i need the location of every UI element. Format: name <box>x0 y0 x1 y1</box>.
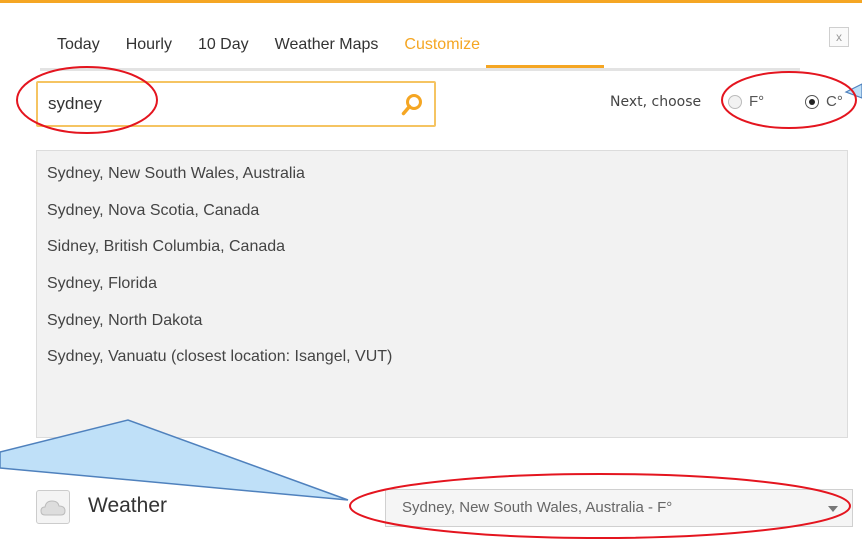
search-icon[interactable] <box>400 93 424 117</box>
fahrenheit-label[interactable]: F° <box>749 93 764 110</box>
fahrenheit-radio[interactable] <box>728 95 742 109</box>
result-item[interactable]: Sydney, Florida <box>47 275 157 293</box>
selected-location-value: Sydney, New South Wales, Australia - F° <box>402 499 673 516</box>
unit-selector: Next, choose F° C° <box>610 91 862 117</box>
widget-title: Weather <box>88 494 167 517</box>
result-item[interactable]: Sydney, New South Wales, Australia <box>47 165 305 183</box>
location-search-box <box>36 81 436 127</box>
tab-customize[interactable]: Customize <box>391 34 493 65</box>
active-tab-indicator <box>486 65 604 68</box>
tab-bar: Today Hourly 10 Day Weather Maps Customi… <box>40 34 800 71</box>
celsius-radio[interactable] <box>805 95 819 109</box>
result-item[interactable]: Sydney, Vanuatu (closest location: Isang… <box>47 348 392 366</box>
weather-widget-icon <box>36 490 70 524</box>
unit-prompt: Next, choose <box>610 94 702 110</box>
tab-today[interactable]: Today <box>40 34 113 65</box>
result-item[interactable]: Sydney, Nova Scotia, Canada <box>47 202 259 220</box>
tab-hourly[interactable]: Hourly <box>113 34 185 65</box>
celsius-label[interactable]: C° <box>826 93 843 110</box>
result-item[interactable]: Sidney, British Columbia, Canada <box>47 238 285 256</box>
search-results-list: Sydney, New South Wales, Australia Sydne… <box>36 150 848 438</box>
close-button[interactable]: x <box>829 27 849 47</box>
saved-location-select[interactable]: Sydney, New South Wales, Australia - F° <box>385 489 853 527</box>
cloud-icon <box>40 500 66 516</box>
result-item[interactable]: Sydney, North Dakota <box>47 312 202 330</box>
location-search-input[interactable] <box>48 83 388 125</box>
chevron-down-icon[interactable] <box>828 506 838 512</box>
customize-panel: Today Hourly 10 Day Weather Maps Customi… <box>0 0 862 544</box>
tab-weather-maps[interactable]: Weather Maps <box>262 34 392 65</box>
tab-10-day[interactable]: 10 Day <box>185 34 262 65</box>
